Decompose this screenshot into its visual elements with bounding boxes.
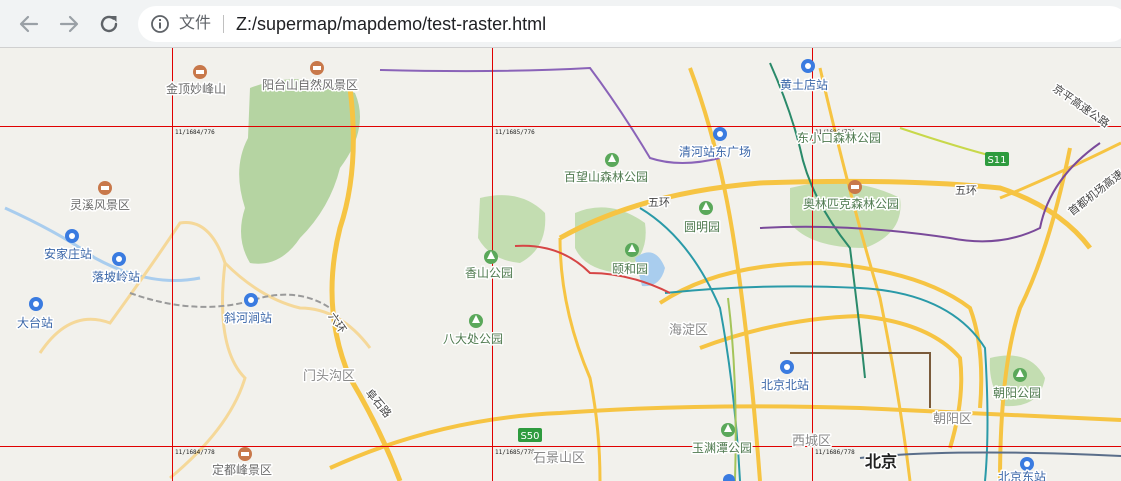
browser-toolbar: 文件 Z:/supermap/mapdemo/test-raster.html	[0, 0, 1121, 48]
station-label: 清河站东广场	[679, 145, 751, 159]
park-icon	[721, 423, 735, 437]
park-icon	[699, 201, 713, 215]
back-button[interactable]	[15, 10, 43, 38]
reload-button[interactable]	[95, 10, 123, 38]
tile-label: 11/1686/778	[815, 449, 855, 456]
road-label: 五环	[648, 196, 670, 209]
park-label: 玉渊潭公园	[692, 441, 752, 455]
highway-shield: S50	[518, 428, 542, 442]
info-icon[interactable]	[150, 14, 170, 34]
scenic-icon	[848, 180, 862, 194]
tile-label: 11/1685/776	[495, 129, 535, 136]
poi-label: 灵溪风景区	[70, 198, 130, 212]
park-icon	[625, 243, 639, 257]
security-label: 文件	[179, 15, 212, 32]
svg-text:S50: S50	[520, 431, 539, 442]
poi-label: 金顶妙峰山	[166, 81, 226, 96]
scenic-icon	[238, 447, 252, 461]
park-icon	[605, 153, 619, 167]
park-label: 颐和园	[612, 262, 648, 276]
arrow-right-icon	[59, 15, 79, 33]
station-label: 安家庄站	[44, 246, 92, 261]
park-label: 圆明园	[684, 220, 720, 234]
tile-label: 11/1684/778	[175, 449, 215, 456]
poi-label: 阳台山自然风景区	[262, 77, 358, 92]
station-icon	[801, 59, 815, 73]
url-text[interactable]: Z:/supermap/mapdemo/test-raster.html	[236, 13, 546, 35]
park-label: 八大处公园	[443, 332, 503, 346]
station-label: 大台站	[17, 315, 53, 330]
park-label: 百望山森林公园	[564, 169, 648, 184]
station-icon	[1020, 457, 1034, 471]
district-label: 西城区	[792, 434, 831, 449]
station-label: 北京东站	[998, 470, 1046, 481]
omnibox-separator	[223, 15, 224, 33]
station-icon	[244, 293, 258, 307]
svg-text:S11: S11	[987, 155, 1006, 166]
station-label: 斜河涧站	[224, 311, 272, 325]
park-label: 奥林匹克森林公园	[803, 196, 899, 211]
station-icon	[29, 297, 43, 311]
road-label: 五环	[955, 184, 977, 197]
station-label: 北京北站	[761, 378, 809, 392]
tile-label: 11/1684/776	[175, 129, 215, 136]
park-icon	[484, 250, 498, 264]
station-icon	[112, 252, 126, 266]
scenic-icon	[98, 181, 112, 195]
station-icon	[713, 127, 727, 141]
scenic-icon	[193, 65, 207, 79]
tile-label: 11/1685/778	[495, 449, 535, 456]
park-icon	[1013, 368, 1027, 382]
park-label: 香山公园	[465, 266, 513, 280]
raster-map[interactable]: 11/1684/776 11/1685/776 11/1686/776 11/1…	[0, 48, 1121, 481]
forward-button[interactable]	[55, 10, 83, 38]
station-label: 落坡岭站	[92, 270, 140, 284]
district-label: 门头沟区	[303, 369, 355, 384]
scenic-icon	[310, 61, 324, 75]
park-label: 东小口森林公园	[797, 130, 881, 145]
highway-shield: S11	[985, 152, 1009, 166]
park-label: 朝阳公园	[993, 386, 1041, 400]
district-label: 朝阳区	[933, 412, 972, 427]
district-label: 石景山区	[533, 451, 585, 466]
station-icon	[65, 229, 79, 243]
city-label: 北京	[865, 452, 897, 471]
address-bar[interactable]: 文件 Z:/supermap/mapdemo/test-raster.html	[138, 6, 1121, 42]
map-canvas[interactable]: 11/1684/776 11/1685/776 11/1686/776 11/1…	[0, 48, 1121, 481]
poi-label: 定都峰景区	[212, 462, 272, 477]
reload-icon	[100, 15, 118, 33]
station-icon	[780, 360, 794, 374]
arrow-left-icon	[19, 15, 39, 33]
station-label: 黄土店站	[780, 78, 828, 92]
district-label: 海淀区	[669, 323, 708, 338]
park-icon	[469, 314, 483, 328]
